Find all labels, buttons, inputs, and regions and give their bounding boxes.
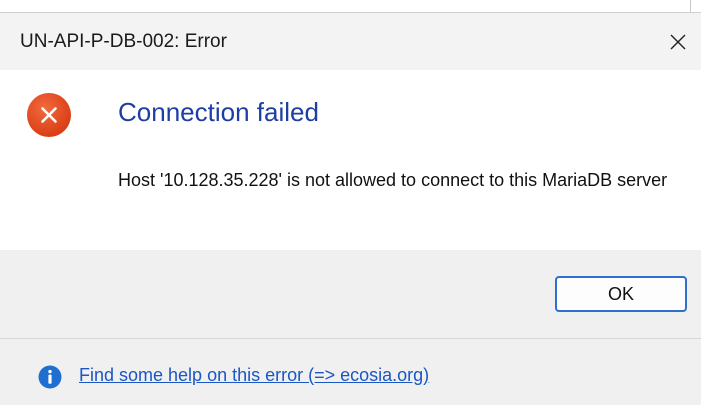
error-dialog: UN-API-P-DB-002: Error Connection failed…	[0, 0, 701, 405]
error-message: Host '10.128.35.228' is not allowed to c…	[118, 170, 668, 190]
dialog-content: Connection failed Host '10.128.35.228' i…	[0, 70, 701, 250]
background-window-edge	[0, 0, 701, 12]
window-title: UN-API-P-DB-002: Error	[20, 31, 227, 52]
button-area: OK	[0, 250, 701, 338]
background-window-border	[690, 0, 701, 12]
footer: Find some help on this error (=> ecosia.…	[0, 339, 701, 405]
close-icon	[670, 34, 686, 49]
help-link[interactable]: Find some help on this error (=> ecosia.…	[79, 365, 429, 386]
close-button[interactable]	[655, 13, 701, 70]
background-text-fragment	[12, 0, 64, 4]
title-bar: UN-API-P-DB-002: Error	[0, 12, 701, 70]
ok-button[interactable]: OK	[555, 276, 687, 312]
main-instruction: Connection failed	[118, 97, 319, 127]
error-icon	[27, 93, 71, 137]
info-icon	[38, 365, 62, 389]
